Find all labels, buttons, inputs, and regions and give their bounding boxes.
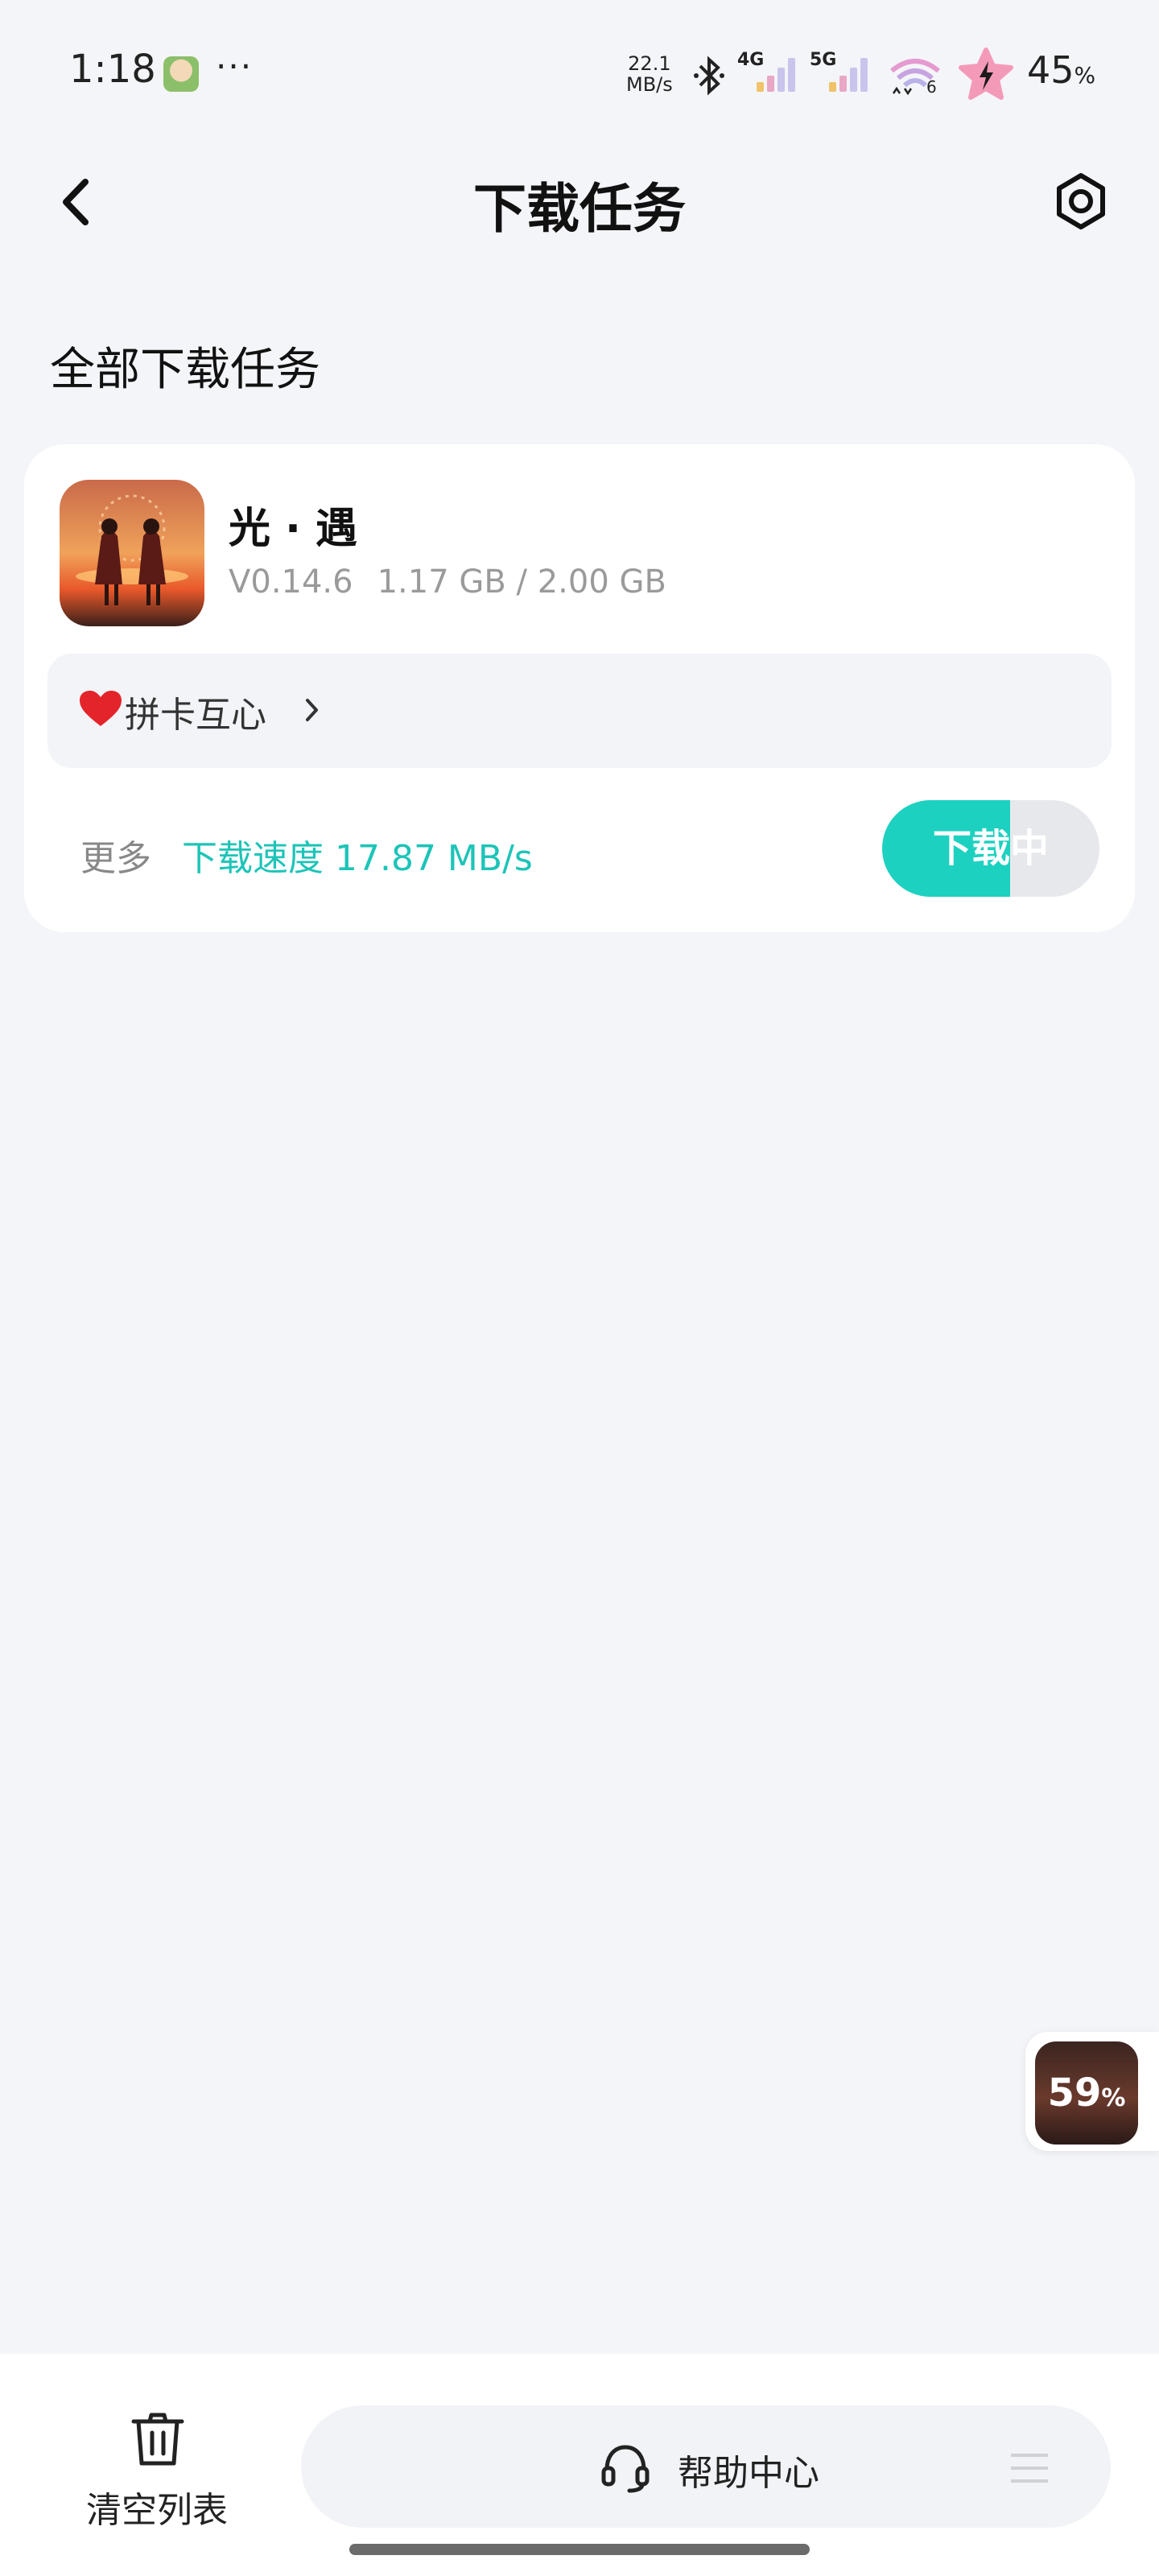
floating-download-bubble[interactable]: 59% (1025, 2032, 1159, 2151)
headset-icon (601, 2445, 650, 2493)
download-task-card: 光 · 遇 V0.14.6 1.17 GB / 2.00 GB 拼卡互心 更多 下… (24, 444, 1135, 932)
app-icon[interactable] (60, 480, 204, 626)
notification-avatar-icon (163, 56, 199, 92)
network-speed: 22.1 MB/s (626, 53, 673, 95)
settings-hex-icon[interactable] (1046, 166, 1116, 238)
battery-unit: % (1074, 62, 1096, 89)
download-status-button[interactable]: 下载中 (882, 800, 1099, 897)
more-notifications-icon: ··· (216, 47, 254, 86)
menu-icon[interactable] (1009, 2452, 1050, 2484)
network-speed-unit: MB/s (626, 73, 673, 96)
section-title: 全部下载任务 (50, 344, 320, 396)
heart-icon (80, 691, 122, 726)
more-button[interactable]: 更多 (80, 829, 151, 881)
clear-list-label: 清空列表 (86, 2490, 228, 2531)
signal-icon (752, 55, 803, 92)
bottom-bar: 清空列表 帮助中心 (0, 2354, 1159, 2576)
clear-list-button[interactable]: 清空列表 (72, 2410, 241, 2531)
floating-percent-unit: % (1101, 2084, 1126, 2112)
app-version: V0.14.6 (229, 564, 353, 601)
app-meta: V0.14.6 1.17 GB / 2.00 GB (229, 564, 691, 601)
help-center-button[interactable]: 帮助中心 (301, 2405, 1111, 2528)
battery-value: 45 (1027, 48, 1074, 92)
battery-level: 45% (1027, 48, 1095, 92)
help-center-label: 帮助中心 (678, 2453, 819, 2494)
charging-star-icon (959, 47, 1013, 100)
status-time: 1:18 (69, 47, 156, 92)
floating-progress: 59% (1035, 2041, 1138, 2145)
trash-icon (131, 2413, 184, 2466)
home-indicator[interactable] (349, 2544, 810, 2555)
wifi-badge: 6 (926, 77, 937, 97)
signal-icon-2 (824, 55, 876, 92)
status-bar: 1:18 ··· 22.1 MB/s 4G 5G 6 45% (0, 0, 1159, 145)
activity-tag-row[interactable]: 拼卡互心 (47, 654, 1112, 768)
page-title: 下载任务 (473, 178, 686, 240)
chevron-right-icon (306, 699, 318, 721)
floating-percent-value: 59 (1047, 2070, 1102, 2116)
bluetooth-icon (694, 56, 724, 96)
download-size-progress: 1.17 GB / 2.00 GB (377, 564, 666, 601)
download-status-label: 下载中 (932, 826, 1049, 871)
network-speed-value: 22.1 (628, 52, 671, 75)
app-name: 光 · 遇 (229, 505, 357, 553)
download-speed: 下载速度 17.87 MB/s (182, 838, 533, 879)
tag-label: 拼卡互心 (125, 695, 266, 736)
